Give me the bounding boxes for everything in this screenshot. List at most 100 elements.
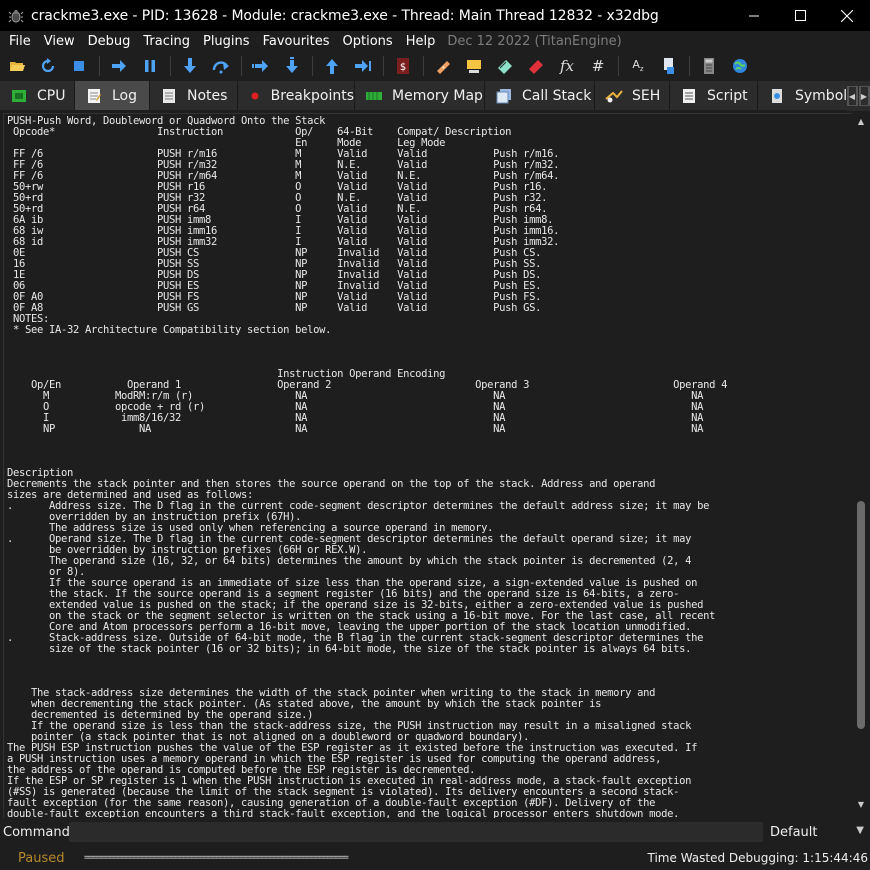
trace-into-icon [252, 60, 268, 72]
toolbar-separator [99, 56, 100, 76]
minimize-icon [748, 15, 759, 17]
title-bar: crackme3.exe - PID: 13628 - Module: crac… [0, 0, 870, 31]
pause-button[interactable] [139, 55, 161, 77]
stop-icon [74, 61, 84, 71]
tab-scroll-left-button[interactable]: ◀ [846, 86, 858, 106]
restart-button[interactable] [37, 55, 59, 77]
tab-notes[interactable]: Notes [150, 81, 238, 110]
command-label: Command: [3, 824, 75, 840]
maximize-icon [794, 10, 806, 21]
build-date: Dec 12 2022 (TitanEngine) [447, 33, 622, 49]
toolbar-separator [241, 56, 242, 76]
open-button[interactable] [6, 55, 28, 77]
restart-icon [41, 58, 55, 73]
scrollbar-thumb[interactable] [857, 501, 865, 729]
trace-over-icon [286, 57, 298, 73]
tab-label: Call Stack [522, 87, 592, 104]
toolbar-separator [423, 56, 424, 76]
triangle-down-icon: ▼ [857, 799, 865, 809]
status-bar: Paused =================================… [0, 846, 870, 870]
run-to-user-code-button[interactable] [352, 55, 374, 77]
command-input[interactable] [69, 822, 763, 842]
calculator-button[interactable] [698, 55, 720, 77]
cpu-icon [10, 88, 28, 104]
log-icon [85, 88, 103, 104]
toolbar-separator [312, 56, 313, 76]
menu-help[interactable]: Help [399, 34, 442, 49]
tab-memory-map[interactable]: Memory Map [355, 81, 485, 110]
tab-cpu[interactable]: CPU [0, 81, 75, 110]
run-button[interactable] [108, 55, 130, 77]
scroll-down-button[interactable]: ▼ [852, 796, 870, 812]
tab-symbols[interactable]: Symbols [758, 81, 858, 110]
toolbar-separator [618, 56, 619, 76]
tab-label: CPU [37, 87, 66, 104]
step-over-button[interactable] [210, 55, 232, 77]
run-to-user-code-icon [355, 60, 371, 72]
functions-button[interactable]: fx [556, 55, 578, 77]
time-wasted-debugging: Time Wasted Debugging: 1:15:44:46 [647, 851, 868, 865]
patches-button[interactable] [432, 55, 454, 77]
trace-over-button[interactable] [281, 55, 303, 77]
execute-till-return-button[interactable] [321, 55, 343, 77]
svg-text:$: $ [400, 62, 406, 73]
tab-label: Script [707, 87, 748, 104]
log-scrollbar[interactable]: ▲ ▼ [852, 113, 870, 818]
run-icon [112, 60, 126, 72]
log-view[interactable]: PUSH-Push Word, Doubleword or Quadword O… [3, 113, 852, 818]
debug-state: Paused [18, 850, 65, 866]
open-icon [10, 62, 25, 71]
menu-favourites[interactable]: Favourites [256, 34, 336, 49]
chevron-right-icon: ▶ [859, 86, 869, 106]
menu-view[interactable]: View [37, 34, 81, 49]
pause-icon [145, 60, 155, 72]
comments-button[interactable] [463, 55, 485, 77]
toolbar-separator [383, 56, 384, 76]
tab-seh[interactable]: SEH [595, 81, 670, 110]
symbols-icon [768, 88, 786, 104]
scroll-up-button[interactable]: ▲ [852, 113, 870, 129]
memory-button[interactable] [658, 55, 680, 77]
stop-button[interactable] [68, 55, 90, 77]
tab-label: Breakpoints [270, 87, 354, 104]
menu-debug[interactable]: Debug [81, 34, 137, 49]
tab-log[interactable]: Log [75, 81, 150, 110]
close-button[interactable] [824, 0, 870, 31]
bug-app-icon [8, 9, 24, 22]
tab-breakpoints[interactable]: Breakpoints [238, 81, 355, 110]
tab-script[interactable]: Script [670, 81, 758, 110]
scylla-button[interactable]: $ [392, 55, 414, 77]
menu-file[interactable]: File [0, 34, 37, 49]
execute-till-return-icon [326, 59, 338, 74]
bookmarks-icon [529, 60, 543, 74]
labels-button[interactable] [494, 55, 516, 77]
variables-button[interactable]: # [587, 55, 609, 77]
strings-icon: Az [632, 58, 644, 74]
strings-button[interactable]: Az [627, 55, 649, 77]
labels-icon [498, 60, 512, 74]
tab-call-stack[interactable]: Call Stack [485, 81, 595, 110]
tab-scroll-right-button[interactable]: ▶ [858, 86, 870, 106]
toolbar: $ fx # Az [0, 52, 870, 80]
menu-plugins[interactable]: Plugins [196, 34, 256, 49]
help-button[interactable] [729, 55, 751, 77]
script-icon [680, 88, 698, 104]
tab-bar: CPU Log Notes Breakpoints Memory Map Cal… [0, 81, 870, 111]
step-into-icon [184, 58, 196, 73]
patches-icon [437, 61, 450, 74]
bookmarks-button[interactable] [525, 55, 547, 77]
seh-icon [605, 88, 623, 104]
menu-options[interactable]: Options [336, 34, 399, 49]
maximize-button[interactable] [777, 0, 823, 31]
command-mode-select[interactable]: Default ▼ [766, 822, 870, 842]
menu-tracing[interactable]: Tracing [136, 34, 196, 49]
trace-into-button[interactable] [250, 55, 272, 77]
call-stack-icon [495, 88, 513, 104]
tab-label: Notes [187, 87, 228, 104]
close-icon [841, 9, 853, 22]
step-into-button[interactable] [179, 55, 201, 77]
minimize-button[interactable] [731, 0, 777, 31]
tab-label: Log [112, 87, 138, 104]
toolbar-separator [170, 56, 171, 76]
tab-label: SEH [632, 87, 661, 104]
